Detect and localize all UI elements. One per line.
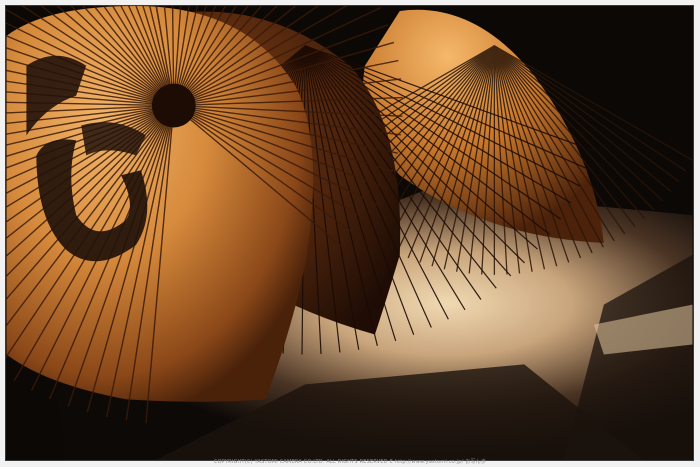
photo-frame: COPYRIGHT(C) YASTOMI CAMERA CO.LTD. ALL … — [0, 0, 700, 467]
copyright-caption: COPYRIGHT(C) YASTOMI CAMERA CO.LTD. ALL … — [213, 459, 487, 465]
umbrella-scene — [6, 6, 693, 460]
umbrella-hub — [151, 83, 196, 128]
umbrella-photo — [5, 5, 694, 461]
